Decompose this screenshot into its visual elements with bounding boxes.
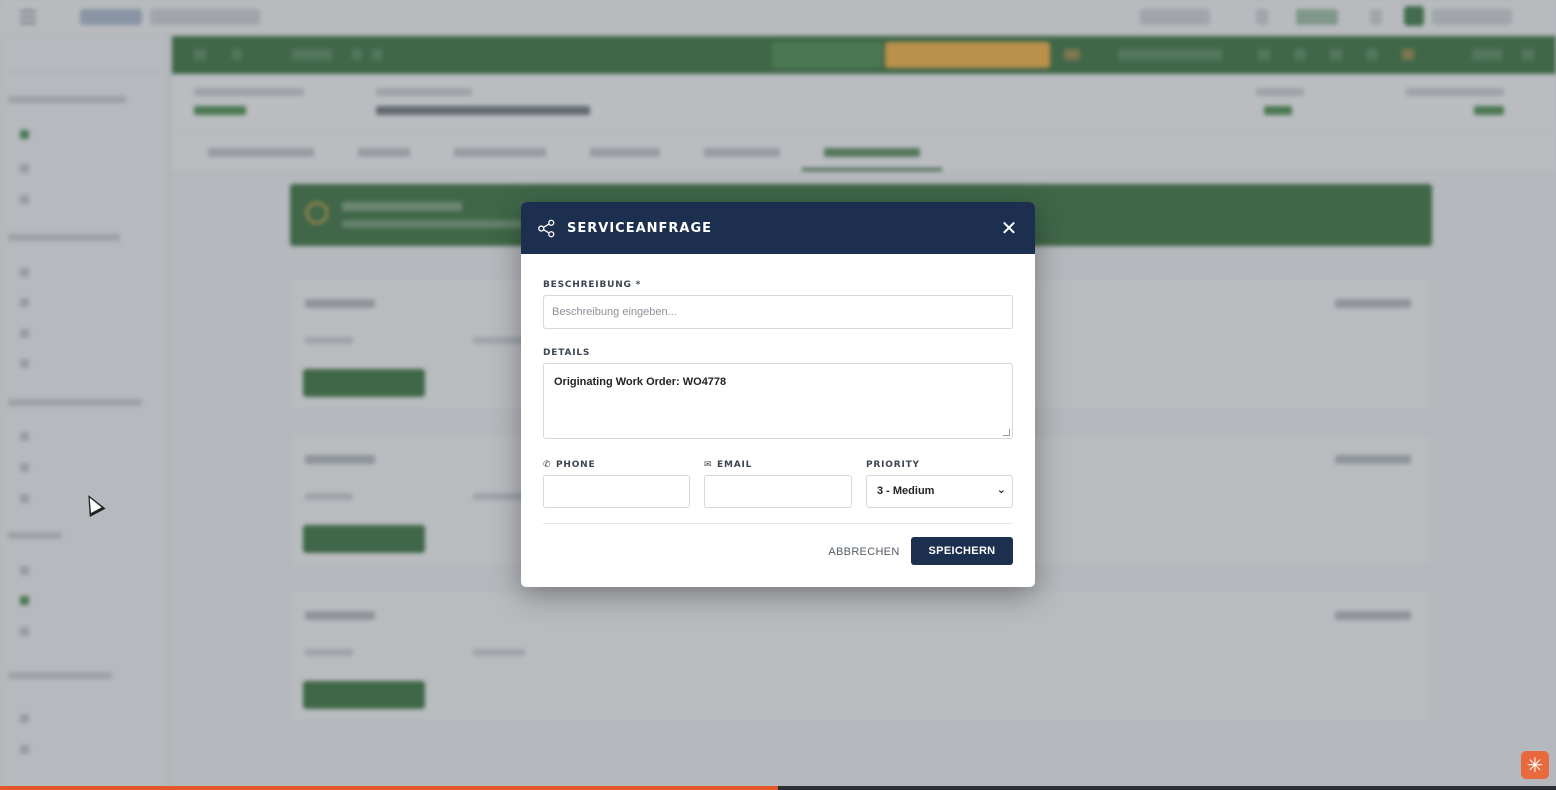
resize-handle-icon[interactable] — [1003, 429, 1010, 436]
dialog-header: SERVICEANFRAGE ✕ — [521, 202, 1035, 254]
save-button[interactable]: SPEICHERN — [911, 537, 1013, 565]
share-icon — [538, 219, 555, 238]
email-input[interactable] — [704, 475, 852, 508]
phone-icon: ✆ — [543, 460, 552, 470]
chevron-down-icon: ⌄ — [996, 483, 1006, 496]
close-icon[interactable]: ✕ — [999, 217, 1019, 239]
details-label: DETAILS — [543, 348, 591, 358]
email-label: ✉ EMAIL — [704, 460, 753, 470]
divider — [543, 523, 1013, 524]
priority-select[interactable]: 3 - Medium ⌄ — [866, 475, 1013, 508]
mail-icon: ✉ — [704, 460, 713, 470]
description-input[interactable] — [543, 295, 1013, 329]
video-progress-bar[interactable] — [0, 786, 1556, 790]
description-label: BESCHREIBUNG * — [543, 280, 642, 290]
priority-value: 3 - Medium — [877, 485, 935, 497]
details-text: Originating Work Order: WO4778 — [554, 376, 727, 388]
service-request-dialog: SERVICEANFRAGE ✕ BESCHREIBUNG * DETAILS … — [521, 202, 1035, 587]
details-textarea[interactable]: Originating Work Order: WO4778 — [543, 363, 1013, 439]
cancel-button[interactable]: ABBRECHEN — [824, 538, 904, 566]
progress-fill — [0, 786, 778, 790]
asterisk-icon[interactable]: ✳ — [1521, 751, 1549, 779]
phone-input[interactable] — [543, 475, 690, 508]
phone-label: ✆ PHONE — [543, 460, 596, 470]
priority-label: PRIORITY — [866, 460, 920, 470]
dialog-title: SERVICEANFRAGE — [567, 221, 713, 236]
